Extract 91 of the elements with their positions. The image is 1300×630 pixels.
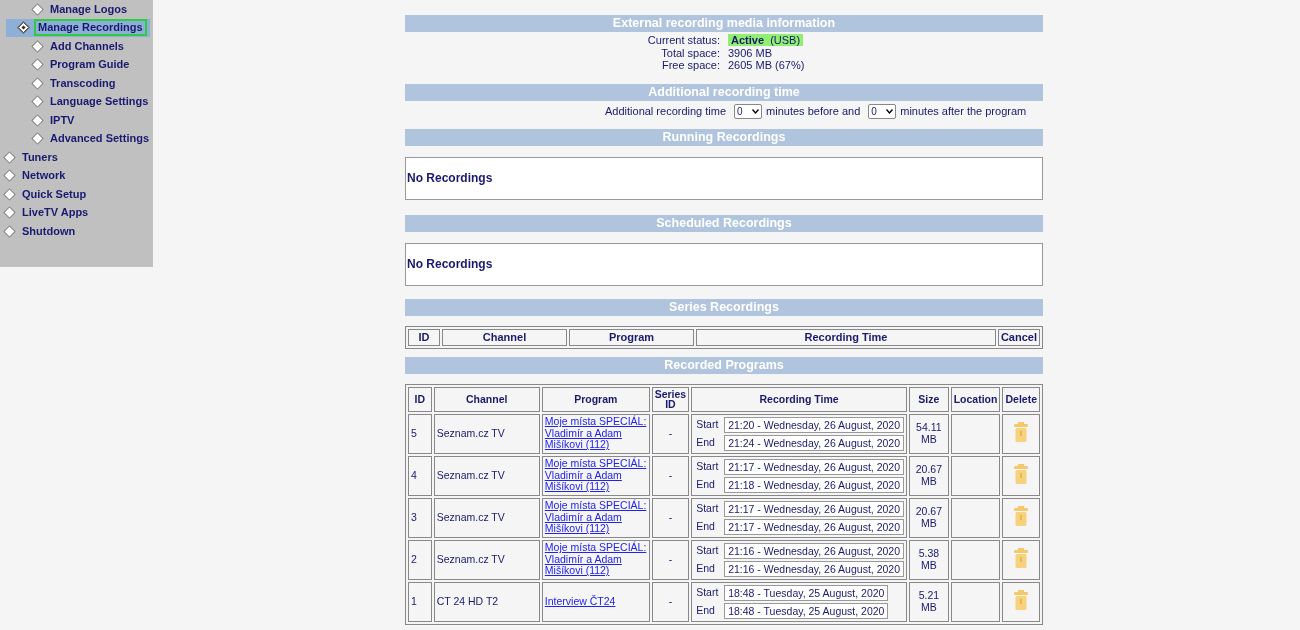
trash-icon[interactable] (1014, 464, 1029, 485)
sidebar-item[interactable]: Program Guide (50, 58, 130, 72)
sidebar-item[interactable]: Language Settings (50, 95, 149, 109)
field-label: Current status: (646, 34, 720, 47)
column-header: Cancel (997, 328, 1040, 346)
time-label: End (695, 520, 716, 533)
sidebar-item[interactable]: Advanced Settings (50, 132, 150, 146)
column-header: Recording Time (691, 386, 907, 412)
table-cell: 5.21 MB (909, 581, 949, 622)
column-header: ID (408, 328, 440, 346)
table-cell: 5 (408, 413, 432, 454)
field-value: 2605 MB (67%) (728, 59, 805, 72)
column-header: Recording Time (696, 328, 996, 346)
time-label: Start (695, 586, 719, 599)
trash-icon[interactable] (1014, 548, 1029, 569)
field-label: Free space: (660, 59, 720, 72)
field-value: 3906 MB (728, 46, 773, 59)
time-field: 21:16 - Wednesday, 26 August, 2020 (724, 542, 904, 559)
table-cell: Seznam.cz TV (433, 539, 540, 580)
column-header: Delete (1002, 386, 1040, 412)
table-cell: - (651, 413, 690, 454)
time-field: 21:24 - Wednesday, 26 August, 2020 (724, 434, 904, 451)
section-header: Scheduled Recordings (405, 214, 1043, 232)
time-field: 21:20 - Wednesday, 26 August, 2020 (724, 416, 904, 433)
caret-icon (752, 108, 760, 114)
field-label: Additional recording time (605, 105, 727, 118)
table-cell: - (651, 455, 690, 496)
sidebar-item[interactable]: Transcoding (50, 76, 116, 90)
column-header: Channel (442, 328, 567, 346)
caret-icon (886, 108, 894, 114)
table-cell: - (651, 497, 690, 538)
time-label: End (695, 604, 716, 617)
time-field: 21:17 - Wednesday, 26 August, 2020 (724, 518, 904, 535)
sidebar-item[interactable]: LiveTV Apps (22, 206, 89, 220)
time-label: Start (695, 418, 719, 431)
table-cell: 4 (408, 455, 432, 496)
time-label: Start (695, 460, 719, 473)
minutes-select[interactable]: 0 (734, 103, 763, 119)
time-field: 21:16 - Wednesday, 26 August, 2020 (724, 560, 904, 577)
time-field: 18:48 - Tuesday, 25 August, 2020 (724, 584, 889, 601)
column-header: Series ID (651, 386, 690, 412)
column-header: Channel (433, 386, 540, 412)
table-cell: - (651, 581, 690, 622)
section-header: Running Recordings (405, 128, 1043, 146)
table-cell: 1 (408, 581, 432, 622)
table-cell: Seznam.cz TV (433, 413, 540, 454)
trash-icon[interactable] (1014, 590, 1029, 611)
table-cell: CT 24 HD T2 (433, 581, 540, 622)
field-label: minutes after the program (900, 105, 1027, 118)
table-cell: Seznam.cz TV (433, 497, 540, 538)
column-header: Location (950, 386, 1001, 412)
sidebar-item[interactable]: Network (22, 169, 66, 183)
section-header: Series Recordings (405, 298, 1043, 316)
time-field: 21:17 - Wednesday, 26 August, 2020 (724, 500, 904, 517)
section-header: Recorded Programs (405, 356, 1043, 374)
empty-message: No Recordings (407, 171, 493, 186)
minutes-select[interactable]: 0 (868, 103, 897, 119)
time-label: Start (695, 502, 719, 515)
time-field: 21:17 - Wednesday, 26 August, 2020 (724, 458, 904, 475)
sidebar-item[interactable]: Add Channels (50, 39, 124, 53)
sidebar-item[interactable]: IPTV (50, 113, 75, 127)
column-header: Size (909, 386, 949, 412)
sidebar-item[interactable]: Tuners (22, 150, 58, 164)
time-field: 21:18 - Wednesday, 26 August, 2020 (724, 476, 904, 493)
time-label: Start (695, 544, 719, 557)
sidebar-item[interactable]: Manage Logos (50, 2, 127, 16)
table-cell: 20.67 MB (909, 455, 949, 496)
time-label: End (695, 436, 716, 449)
trash-icon[interactable] (1014, 422, 1029, 443)
column-header: Program (569, 328, 694, 346)
section-header: Additional recording time (405, 83, 1043, 101)
table-cell: 2 (408, 539, 432, 580)
table-cell: - (651, 539, 690, 580)
table-cell: 20.67 MB (909, 497, 949, 538)
column-header: ID (408, 386, 432, 412)
column-header: Program (541, 386, 650, 412)
sidebar-item[interactable]: Shutdown (22, 224, 76, 238)
table-cell: 3 (408, 497, 432, 538)
trash-icon[interactable] (1014, 506, 1029, 527)
section-header: External recording media information (405, 15, 1043, 32)
empty-message: No Recordings (407, 257, 493, 272)
table-cell: 5.38 MB (909, 539, 949, 580)
table-cell: Seznam.cz TV (433, 455, 540, 496)
time-field: 18:48 - Tuesday, 25 August, 2020 (724, 602, 889, 619)
status-badge: Active (USB) (728, 34, 804, 46)
field-label: minutes before and (766, 105, 861, 118)
table-cell: 54.11 MB (909, 413, 949, 454)
time-label: End (695, 562, 716, 575)
time-label: End (695, 478, 716, 491)
sidebar-item[interactable]: Quick Setup (22, 187, 87, 201)
field-label: Total space: (660, 46, 720, 60)
